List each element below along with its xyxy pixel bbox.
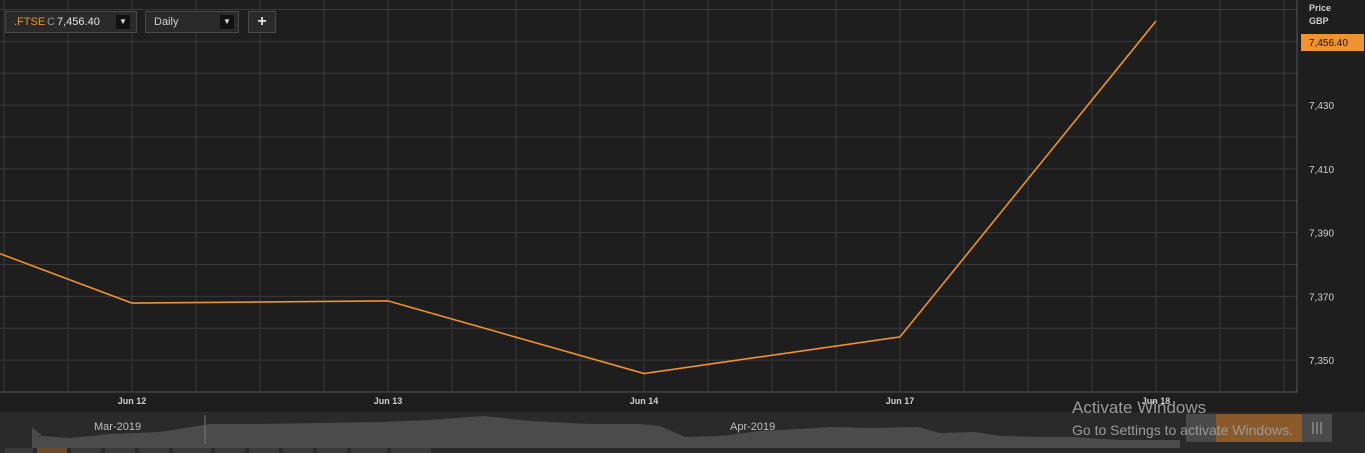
add-study-button[interactable]: + — [248, 11, 276, 33]
x-tick-label: Jun 13 — [374, 396, 403, 406]
interval-label: Daily — [154, 16, 179, 28]
instrument-price: 7,456.40 — [57, 16, 100, 28]
navigator-label-apr: Apr-2019 — [730, 421, 775, 433]
activate-windows-title: Activate Windows — [1072, 398, 1207, 417]
y-tick-label: 7,350 — [1309, 356, 1334, 367]
activate-windows-subtitle: Go to Settings to activate Windows. — [1072, 422, 1293, 438]
price-axis-title: Price — [1309, 3, 1331, 13]
y-tick-label: 7,430 — [1309, 101, 1334, 112]
bottom-button[interactable] — [5, 448, 33, 453]
bottom-button[interactable] — [139, 448, 169, 453]
bottom-button[interactable] — [351, 448, 387, 453]
bottom-button[interactable] — [283, 448, 313, 453]
instrument-selector[interactable]: .FTSE C 7,456.40 ▼ — [5, 11, 137, 33]
bottom-button[interactable] — [215, 448, 245, 453]
chevron-down-icon[interactable]: ▼ — [116, 15, 130, 29]
price-type-indicator: C — [47, 16, 55, 28]
last-price-tag-label: 7,456.40 — [1309, 38, 1348, 49]
interval-selector[interactable]: Daily ▼ — [145, 11, 239, 33]
x-tick-label: Jun 12 — [118, 396, 147, 406]
x-tick-label: Jun 14 — [630, 396, 659, 406]
bottom-button[interactable] — [173, 448, 211, 453]
y-tick-label: 7,370 — [1309, 292, 1334, 303]
bottom-button-active[interactable] — [37, 448, 67, 453]
chevron-down-icon[interactable]: ▼ — [220, 15, 234, 29]
vertical-grid — [3, 0, 1285, 392]
bottom-button[interactable] — [249, 448, 279, 453]
bottom-button[interactable] — [105, 448, 135, 453]
instrument-code: .FTSE — [14, 16, 46, 28]
chart: 7,3507,3707,3907,4107,4307,450 Jun 12Jun… — [0, 0, 1365, 453]
y-tick-label: 7,410 — [1309, 165, 1334, 176]
y-tick-label: 7,390 — [1309, 229, 1334, 240]
chart-background — [0, 0, 1365, 453]
navigator-label-mar: Mar-2019 — [94, 421, 141, 433]
bottom-button[interactable] — [71, 448, 101, 453]
x-tick-label: Jun 17 — [886, 396, 915, 406]
bottom-button[interactable] — [317, 448, 347, 453]
bottom-button[interactable] — [391, 448, 431, 453]
currency-label: GBP — [1309, 16, 1329, 26]
